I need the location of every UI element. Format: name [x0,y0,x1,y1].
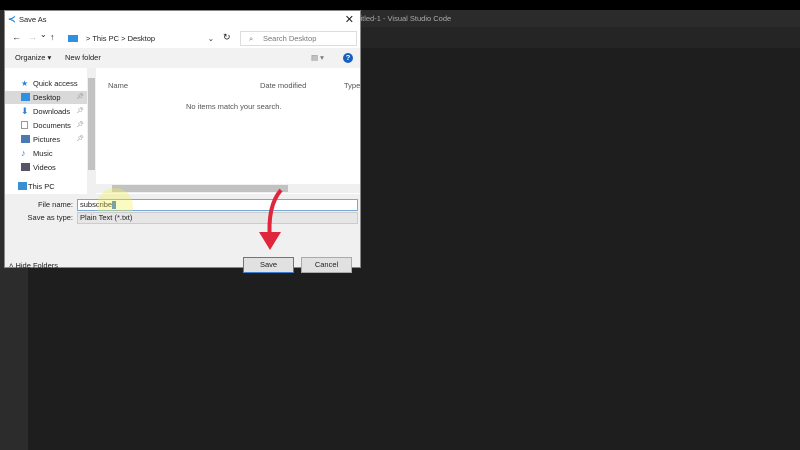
cancel-button[interactable]: Cancel [301,257,352,273]
pc-icon [68,35,78,42]
hide-folders-button[interactable]: ˄ Hide Folders [9,261,58,270]
forward-button[interactable]: → [28,32,37,42]
empty-message: No items match your search. [186,102,282,111]
music-icon: ♪ [21,148,26,158]
save-type-select[interactable]: Plain Text (*.txt) [77,212,358,224]
save-options: File name: subscribe Save as type: Plain… [5,188,360,273]
help-icon[interactable]: ? [343,53,353,63]
breadcrumb-this-pc[interactable]: This PC [92,34,119,43]
scrollbar-thumb[interactable] [88,78,95,170]
chevron-down-icon[interactable]: ⌄ [208,32,214,46]
navigation-pane: ★ Quick access Desktop 📌︎ ⬇ Downloads 📌︎ Doc… [5,68,96,194]
pin-icon: 📌︎ [76,108,84,114]
dialog-title-bar: ≺ Save As ✕ [5,11,360,29]
organize-button[interactable]: Organize ▾ [15,48,51,68]
column-type[interactable]: Type [344,81,360,90]
toolbar: Organize ▾ New folder ▤ ▾ ? [5,48,360,68]
file-list: Name Date modified Type No items match y… [96,68,360,194]
videos-icon [21,163,30,171]
vscode-icon: ≺ [8,14,16,24]
save-type-label: Save as type: [27,213,73,222]
document-icon [21,121,28,129]
new-folder-button[interactable]: New folder [65,48,101,68]
view-options-button[interactable]: ▤ ▾ [311,48,324,68]
computer-icon [18,182,27,190]
sidebar-item-desktop[interactable]: Desktop 📌︎ [5,91,87,104]
column-date-modified[interactable]: Date modified [260,81,306,90]
download-icon: ⬇ [21,106,29,116]
address-bar[interactable]: > This PC > Desktop ⌄ [63,31,219,46]
pin-icon: 📌︎ [76,122,84,128]
desktop-icon [21,93,30,101]
back-button[interactable]: ← [12,32,21,42]
sidebar-scrollbar[interactable] [87,68,96,194]
sidebar-item-this-pc[interactable]: This PC [5,180,87,193]
search-icon: ⌕ [249,34,254,43]
breadcrumb-desktop[interactable]: Desktop [128,34,156,43]
save-button[interactable]: Save [243,257,294,273]
star-icon: ★ [21,79,29,88]
sidebar-item-downloads[interactable]: ⬇ Downloads 📌︎ [5,105,87,118]
sidebar-item-quick-access[interactable]: ★ Quick access [5,77,87,90]
column-name[interactable]: Name [108,81,128,90]
pin-icon: 📌︎ [76,94,84,100]
red-arrow-annotation [259,188,283,250]
search-input[interactable]: ⌕ Search Desktop [240,31,357,46]
up-button[interactable]: ↑ [50,32,55,42]
file-name-label: File name: [37,200,73,209]
horizontal-scrollbar[interactable] [96,184,360,193]
pictures-icon [21,135,30,143]
sidebar-item-videos[interactable]: Videos [5,161,87,174]
sidebar-item-music[interactable]: ♪ Music [5,147,87,160]
pin-icon: 📌︎ [76,136,84,142]
dialog-title: Save As [19,15,47,24]
sidebar-item-documents[interactable]: Documents 📌︎ [5,119,87,132]
address-row: ← → ⌄ ↑ > This PC > Desktop ⌄ ↻ ⌕ Search… [5,29,360,48]
sidebar-item-pictures[interactable]: Pictures 📌︎ [5,133,87,146]
recent-locations-button[interactable]: ⌄ [40,30,47,39]
save-as-dialog: ≺ Save As ✕ ← → ⌄ ↑ > This PC > Desktop … [4,10,361,273]
refresh-button[interactable]: ↻ [223,32,231,43]
close-button[interactable]: ✕ [345,11,354,29]
